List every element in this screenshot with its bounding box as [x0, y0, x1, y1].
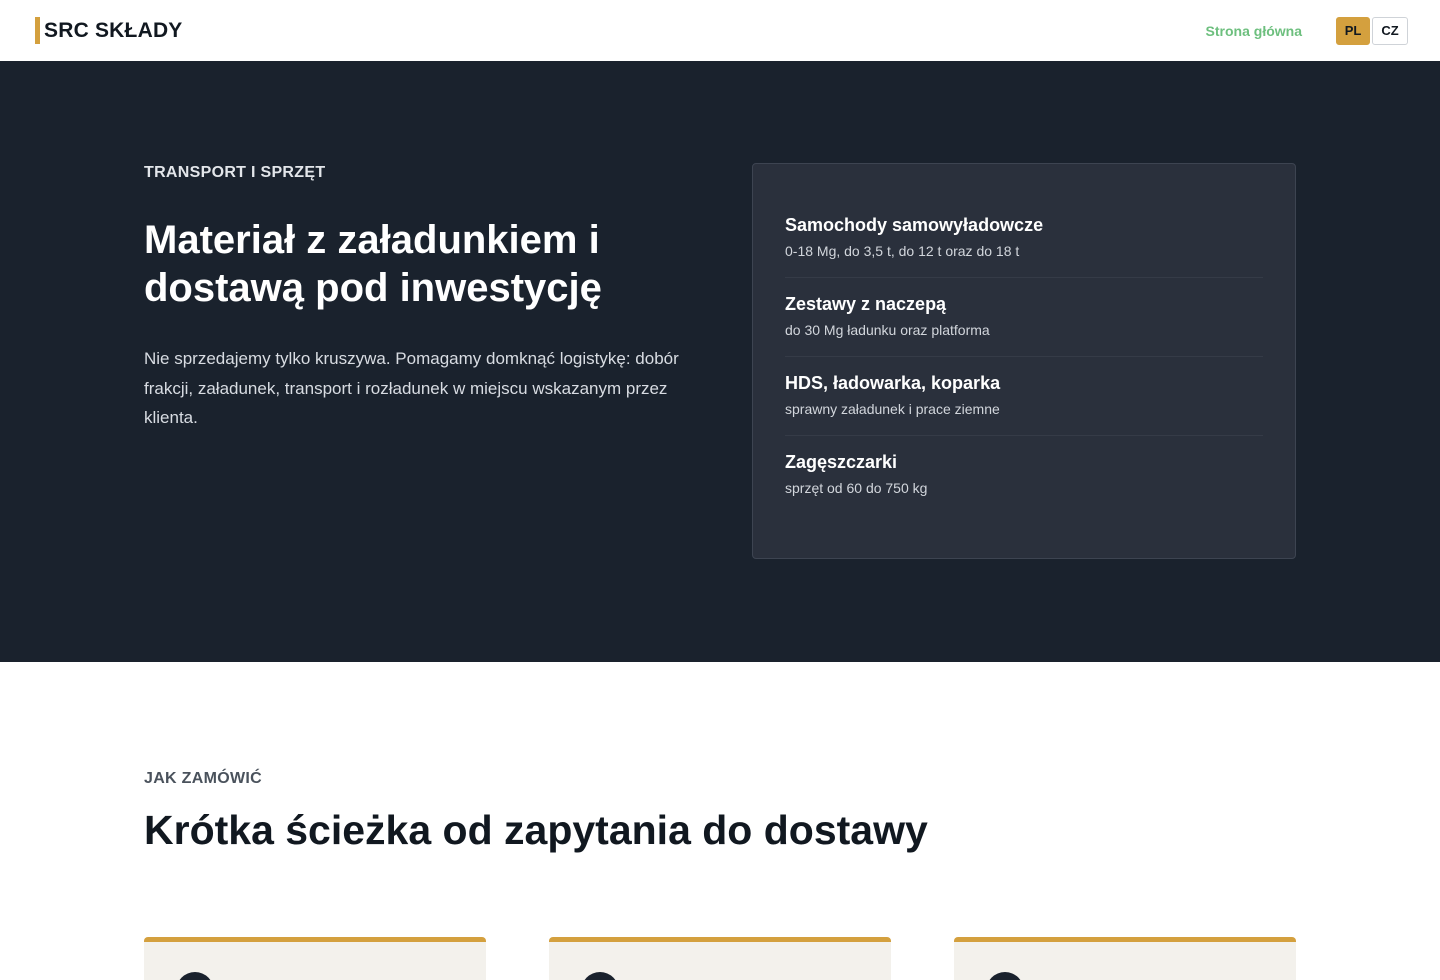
hero-intro: TRANSPORT I SPRZĘT Materiał z załadunkie…: [144, 164, 704, 433]
step-number-badge: [176, 972, 214, 980]
nav-right: Strona główna PL CZ: [1206, 16, 1408, 45]
step-card-1: [144, 937, 486, 980]
step-card-2: [549, 937, 891, 980]
equipment-item: Zagęszczarki sprzęt od 60 do 750 kg: [785, 447, 1263, 514]
equipment-title: Zagęszczarki: [785, 452, 898, 472]
hero-description: Nie sprzedajemy tylko kruszywa. Pomagamy…: [144, 349, 679, 427]
step-number-badge: [986, 972, 1024, 980]
top-navigation-bar: SRC SKŁADY Strona główna PL CZ: [0, 0, 1440, 61]
equipment-subtitle: sprzęt od 60 do 750 kg: [785, 480, 928, 496]
site-logo[interactable]: SRC SKŁADY: [35, 17, 183, 44]
equipment-subtitle: do 30 Mg ładunku oraz platforma: [785, 322, 990, 338]
nav-link-home[interactable]: Strona główna: [1206, 23, 1302, 39]
step-number-badge: [581, 972, 619, 980]
logo-accent-bar: [35, 17, 40, 44]
order-eyebrow: JAK ZAMÓWIĆ: [144, 770, 262, 787]
equipment-title: Zestawy z naczepą: [785, 294, 947, 314]
equipment-subtitle: sprawny załadunek i prace ziemne: [785, 401, 1000, 417]
equipment-subtitle: 0-18 Mg, do 3,5 t, do 12 t oraz do 18 t: [785, 243, 1020, 259]
equipment-item: Samochody samowyładowcze 0-18 Mg, do 3,5…: [785, 210, 1263, 278]
equipment-title: HDS, ładowarka, koparka: [785, 373, 1001, 393]
hero-eyebrow: TRANSPORT I SPRZĘT: [144, 164, 326, 181]
language-switcher: PL CZ: [1336, 16, 1408, 45]
equipment-card: Samochody samowyładowcze 0-18 Mg, do 3,5…: [752, 163, 1296, 559]
logo-text: SRC SKŁADY: [44, 18, 183, 42]
hero-title: Materiał z załadunkiem i dostawą pod inw…: [144, 218, 602, 310]
step-card-3: [954, 937, 1296, 980]
equipment-title: Samochody samowyładowcze: [785, 215, 1044, 235]
hero-section: TRANSPORT I SPRZĘT Materiał z załadunkie…: [0, 61, 1440, 662]
lang-button-cz[interactable]: CZ: [1372, 16, 1408, 45]
order-title: Krótka ścieżka od zapytania do dostawy: [144, 807, 928, 853]
lang-button-pl[interactable]: PL: [1336, 16, 1370, 45]
equipment-item: HDS, ładowarka, koparka sprawny załadune…: [785, 368, 1263, 436]
equipment-item: Zestawy z naczepą do 30 Mg ładunku oraz …: [785, 289, 1263, 357]
how-to-order-section: JAK ZAMÓWIĆ Krótka ścieżka od zapytania …: [0, 662, 1440, 980]
